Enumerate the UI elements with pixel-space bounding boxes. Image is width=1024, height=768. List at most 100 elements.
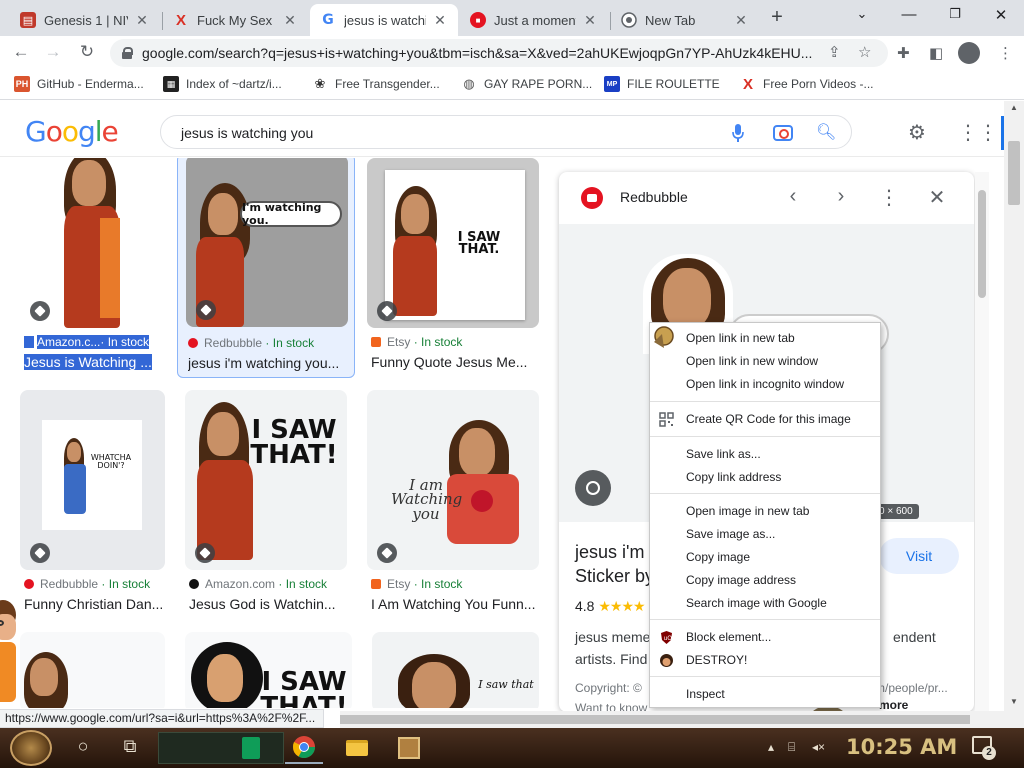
close-tab-icon[interactable]: ✕	[733, 12, 749, 29]
close-tab-icon[interactable]: ✕	[582, 12, 598, 29]
result-card[interactable]: I am Watching you Etsy · In stock I Am W…	[367, 390, 539, 615]
tab-search-icon[interactable]: ⌄	[851, 6, 873, 22]
share-icon[interactable]: ⇪	[828, 43, 841, 61]
network-icon[interactable]: ⌸	[788, 740, 795, 755]
clock[interactable]: 10:25 AM	[846, 735, 957, 759]
bookmark-star-icon[interactable]: ☆	[858, 43, 871, 61]
minimize-button[interactable]: —	[898, 6, 920, 23]
menu-open-image-new-tab[interactable]: Open image in new tab	[650, 500, 880, 523]
search-box[interactable]: jesus is watching you 🔍︎	[160, 115, 852, 149]
sheets-app-icon[interactable]	[232, 732, 270, 764]
menu-copy-link-address[interactable]: Copy link address	[650, 466, 880, 489]
result-title[interactable]: Jesus God is Watchin...	[189, 596, 345, 612]
bookmark-index[interactable]: ▦ Index of ~dartz/i...	[163, 76, 282, 92]
tab-just-a-moment[interactable]: ■ Just a moment... ✕	[460, 4, 608, 36]
extensions-icon[interactable]: ✚	[897, 44, 910, 62]
bookmark-github[interactable]: PH GitHub - Enderma...	[14, 76, 144, 92]
scrollbar-thumb[interactable]	[1008, 141, 1020, 205]
reload-icon[interactable]: ↻	[76, 42, 98, 62]
panel-title[interactable]: jesus i'm Sticker by	[575, 540, 654, 588]
menu-open-link-new-window[interactable]: Open link in new window	[650, 350, 880, 373]
horizontal-scrollbar-thumb[interactable]	[340, 715, 970, 724]
previous-icon[interactable]: ‹	[781, 185, 805, 208]
menu-open-link-new-tab[interactable]: Open link in new tab	[650, 327, 880, 350]
more-options-icon[interactable]: ⋮	[877, 185, 901, 210]
google-lens-icon[interactable]	[575, 470, 611, 506]
tab-genesis[interactable]: ▤ Genesis 1 | NIV ✕	[10, 4, 160, 36]
page-scrollbar[interactable]: ▲ ▼	[1004, 101, 1024, 728]
scroll-down-icon[interactable]: ▼	[1010, 697, 1018, 706]
result-card[interactable]: I SAW THAT! Amazon.com · In stock Jesus …	[185, 390, 347, 615]
start-button[interactable]	[10, 730, 52, 766]
google-logo[interactable]: Google	[25, 115, 119, 148]
tab-x[interactable]: X Fuck My Sex Cl ✕	[163, 4, 308, 36]
url-text[interactable]: google.com/search?q=jesus+is+watching+yo…	[142, 45, 822, 61]
forward-icon[interactable]: →	[42, 42, 64, 62]
result-image[interactable]: I SAW THAT!	[185, 632, 352, 708]
panel-site-name[interactable]: Redbubble	[620, 189, 688, 205]
result-image[interactable]: I SAW THAT.	[367, 158, 539, 328]
tab-google-images[interactable]: G jesus is watching ✕	[310, 4, 458, 36]
visit-button[interactable]: Visit	[879, 538, 959, 574]
horizontal-scrollbar[interactable]	[340, 711, 1004, 728]
back-icon[interactable]: ←	[10, 42, 32, 62]
result-card[interactable]: I SAW THAT. Etsy · In stock Funny Quote …	[367, 158, 539, 378]
result-card[interactable]: I SAW THAT!	[185, 632, 352, 708]
result-title[interactable]: Funny Christian Dan...	[24, 596, 164, 612]
result-image[interactable]: I'm watching you.	[186, 158, 348, 327]
volume-muted-icon[interactable]: ◂×	[812, 740, 825, 754]
panel-scrollbar-thumb[interactable]	[978, 190, 986, 298]
side-panel-icon[interactable]: ◧	[929, 44, 943, 62]
result-card[interactable]: I saw that	[372, 632, 539, 708]
microphone-icon[interactable]	[731, 123, 745, 143]
menu-block-element[interactable]: uO Block element...	[650, 626, 880, 649]
address-bar[interactable]: google.com/search?q=jesus+is+watching+yo…	[110, 39, 888, 67]
menu-destroy[interactable]: DESTROY!	[650, 649, 880, 672]
menu-kebab-icon[interactable]: ⋮	[998, 44, 1013, 62]
result-card[interactable]: WHATCHA DOIN'? Redbubble · In stock Funn…	[20, 390, 165, 615]
close-tab-icon[interactable]: ✕	[134, 12, 150, 29]
close-tab-icon[interactable]: ✕	[282, 12, 298, 29]
menu-open-link-incognito[interactable]: Open link in incognito window	[650, 373, 880, 396]
chrome-app-icon[interactable]	[285, 732, 323, 764]
learn-more-link[interactable]: more	[879, 698, 908, 712]
result-title[interactable]: Jesus is Watching ...	[24, 354, 152, 370]
settings-gear-icon[interactable]: ⚙	[908, 120, 926, 145]
close-window-button[interactable]: ✕	[990, 6, 1012, 24]
result-image[interactable]: I saw that	[372, 632, 539, 708]
result-image[interactable]: I am Watching you	[367, 390, 539, 570]
profile-avatar[interactable]	[958, 42, 980, 64]
bookmark-transgender[interactable]: ❀ Free Transgender...	[312, 76, 440, 92]
menu-save-link-as[interactable]: Save link as...	[650, 443, 880, 466]
bookmark-file-roulette[interactable]: MP FILE ROULETTE	[604, 76, 720, 92]
file-explorer-icon[interactable]	[338, 732, 376, 764]
result-card[interactable]	[20, 632, 165, 708]
bookmark-globe[interactable]: ◍ GAY RAPE PORN...	[461, 76, 592, 92]
bookmark-x[interactable]: X Free Porn Videos -...	[740, 76, 874, 93]
menu-inspect[interactable]: Inspect	[650, 683, 880, 706]
result-card-selected[interactable]: I'm watching you. Redbubble · In stock j…	[177, 158, 355, 378]
restore-button[interactable]: ❐	[944, 6, 966, 22]
result-title[interactable]: Funny Quote Jesus Me...	[371, 354, 535, 370]
result-title[interactable]: I Am Watching You Funn...	[371, 596, 535, 612]
search-icon[interactable]: 🔍︎	[816, 122, 836, 142]
tab-new-tab[interactable]: New Tab ✕	[611, 4, 759, 36]
result-card[interactable]: Amazon.c... · In stock Jesus is Watching…	[20, 158, 165, 378]
result-image[interactable]: I SAW THAT!	[185, 390, 347, 570]
lens-camera-icon[interactable]	[773, 125, 793, 141]
search-input[interactable]: jesus is watching you	[181, 125, 313, 141]
next-icon[interactable]: ›	[829, 185, 853, 208]
task-view-icon[interactable]: ⧉	[117, 736, 143, 757]
panel-copyright-link[interactable]: m/people/pr...	[875, 678, 948, 698]
panel-scrollbar[interactable]	[975, 172, 989, 712]
close-icon[interactable]: ✕	[925, 185, 949, 210]
tray-overflow-icon[interactable]: ▴	[768, 740, 774, 754]
cortana-circle-icon[interactable]: ○	[70, 736, 96, 757]
result-image[interactable]	[20, 632, 165, 708]
menu-copy-image[interactable]: Copy image	[650, 546, 880, 569]
close-tab-icon[interactable]: ✕	[432, 12, 448, 29]
scroll-up-icon[interactable]: ▲	[1010, 103, 1018, 112]
menu-create-qr-code[interactable]: Create QR Code for this image	[650, 408, 880, 431]
game-app-icon[interactable]	[390, 732, 428, 764]
menu-save-image-as[interactable]: Save image as...	[650, 523, 880, 546]
